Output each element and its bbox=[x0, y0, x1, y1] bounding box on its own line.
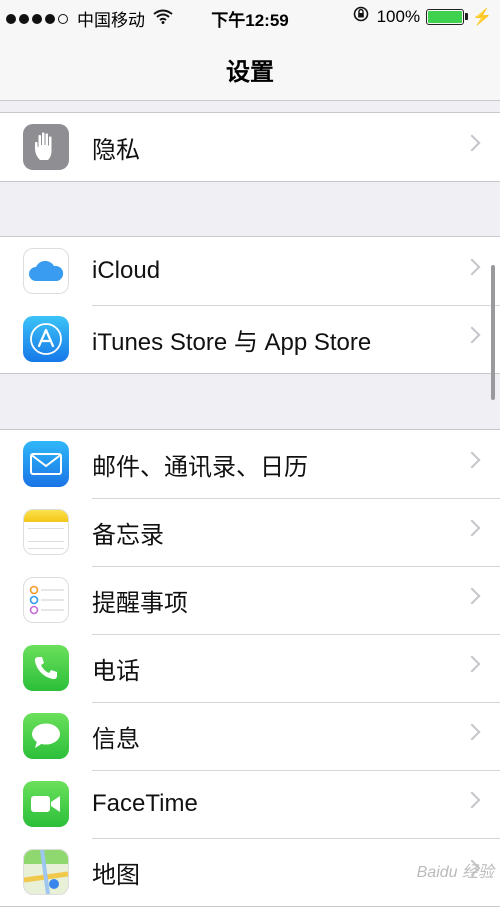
settings-row-mail-contacts-calendar[interactable]: 邮件、通讯录、日历 bbox=[0, 430, 500, 498]
scroll-indicator[interactable] bbox=[491, 265, 495, 400]
settings-row-label: 地图 bbox=[92, 861, 140, 889]
chevron-right-icon bbox=[463, 655, 481, 673]
facetime-icon bbox=[23, 781, 69, 827]
battery-tip bbox=[465, 13, 469, 20]
chevron-right-icon bbox=[463, 326, 481, 344]
settings-group-privacy: 隐私 bbox=[0, 112, 500, 182]
settings-group-apps: 邮件、通讯录、日历 备忘录 提醒事项 电话 信息 FaceTime 地图 bbox=[0, 429, 500, 907]
battery-fill bbox=[428, 10, 463, 23]
settings-row-reminders[interactable]: 提醒事项 bbox=[0, 566, 500, 634]
mail-icon bbox=[23, 441, 69, 487]
chevron-right-icon bbox=[463, 587, 481, 605]
phone-icon bbox=[23, 645, 69, 691]
settings-row-label: 邮件、通讯录、日历 bbox=[92, 453, 308, 481]
settings-row-label: 隐私 bbox=[92, 136, 140, 164]
chevron-right-icon bbox=[463, 134, 481, 152]
chevron-right-icon bbox=[463, 723, 481, 741]
settings-row-label: iCloud bbox=[92, 257, 161, 284]
navigation-bar: 设置 bbox=[0, 34, 500, 101]
reminders-icon bbox=[23, 577, 69, 623]
privacy-hand-icon bbox=[23, 124, 69, 170]
chevron-right-icon bbox=[463, 451, 481, 469]
messages-icon bbox=[23, 713, 69, 759]
battery-icon bbox=[426, 8, 465, 25]
settings-group-cloud-store: iCloud iTunes Store 与 App Store bbox=[0, 236, 500, 374]
settings-row-privacy[interactable]: 隐私 bbox=[0, 113, 500, 181]
settings-row-phone[interactable]: 电话 bbox=[0, 634, 500, 702]
chevron-right-icon bbox=[463, 519, 481, 537]
settings-row-itunes-app-store[interactable]: iTunes Store 与 App Store bbox=[0, 305, 500, 373]
rotation-lock-icon bbox=[353, 6, 369, 27]
settings-row-label: 提醒事项 bbox=[92, 589, 188, 617]
settings-row-facetime[interactable]: FaceTime bbox=[0, 770, 500, 838]
icloud-icon bbox=[23, 248, 69, 294]
status-bar: 中国移动 下午12:59 100% ⚡ bbox=[0, 0, 500, 34]
settings-row-label: iTunes Store 与 App Store bbox=[92, 328, 372, 356]
settings-row-notes[interactable]: 备忘录 bbox=[0, 498, 500, 566]
settings-row-label: 信息 bbox=[92, 725, 140, 753]
status-right: 100% ⚡ bbox=[353, 6, 492, 27]
notes-icon bbox=[23, 509, 69, 555]
charging-bolt-icon: ⚡ bbox=[472, 8, 492, 26]
battery-percent: 100% bbox=[376, 6, 421, 26]
maps-icon bbox=[23, 849, 69, 895]
chevron-right-icon bbox=[463, 258, 481, 276]
settings-row-label: 电话 bbox=[92, 657, 140, 685]
page-title: 设置 bbox=[226, 59, 274, 86]
app-store-icon bbox=[23, 316, 69, 362]
settings-row-messages[interactable]: 信息 bbox=[0, 702, 500, 770]
settings-row-label: 备忘录 bbox=[92, 521, 164, 549]
watermark-logo: Baidu 经验 bbox=[416, 864, 494, 881]
chevron-right-icon bbox=[463, 791, 481, 809]
settings-row-label: FaceTime bbox=[92, 790, 198, 817]
settings-row-icloud[interactable]: iCloud bbox=[0, 237, 500, 305]
